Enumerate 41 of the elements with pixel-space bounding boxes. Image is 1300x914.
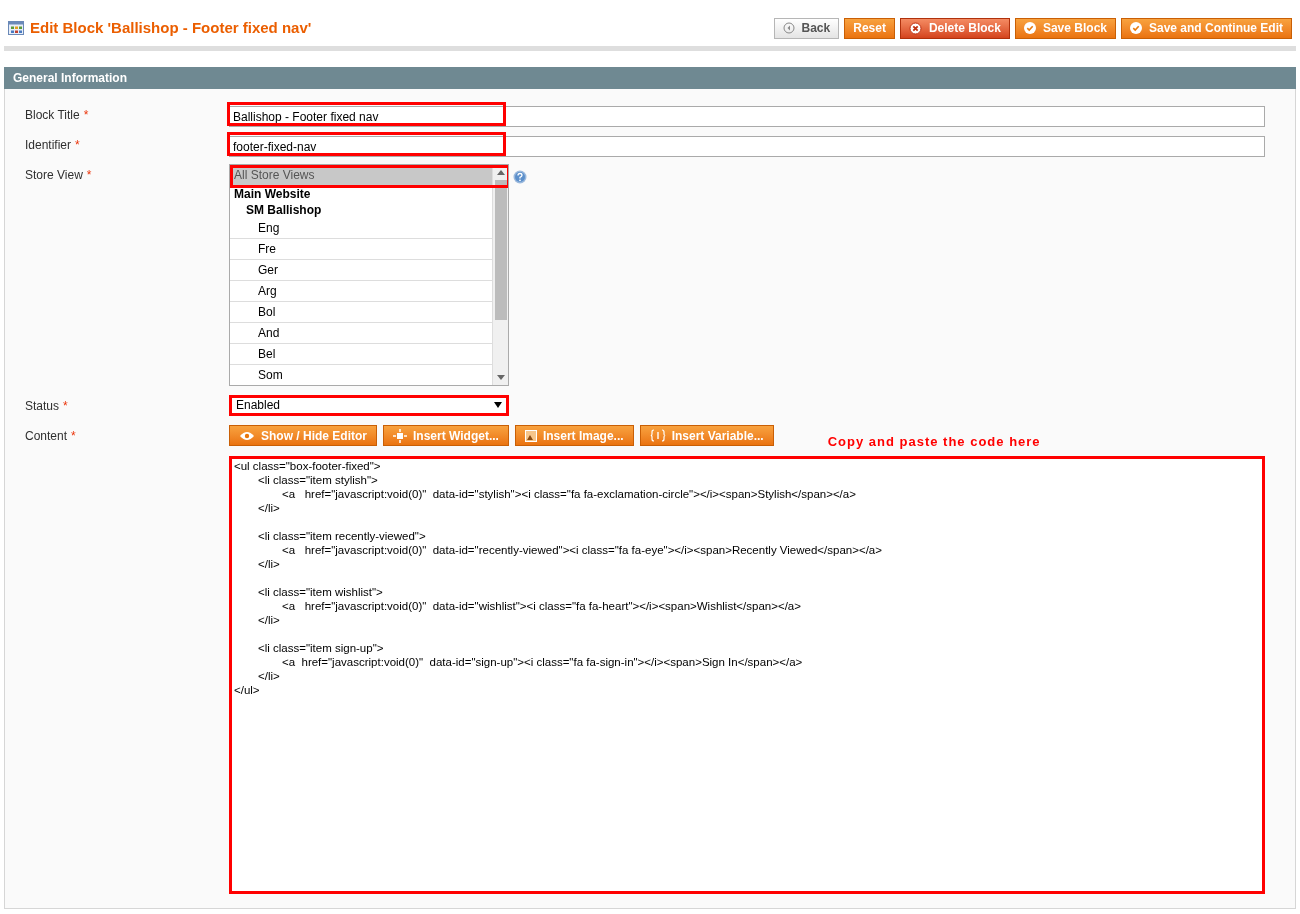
store-view-option[interactable]: Ger [230,259,492,281]
required-mark: * [63,397,68,415]
status-select[interactable]: Enabled [229,394,509,416]
dropdown-arrow-icon [494,402,502,408]
checkmark-icon [1023,22,1036,35]
checkmark-icon [1130,22,1142,35]
field-label: Identifier [25,136,72,154]
required-mark: * [86,166,92,184]
required-mark: * [71,427,76,445]
store-view-option[interactable]: Fre [230,238,492,260]
text-input-field[interactable]: Ballishop - Footer fixed nav [229,106,1265,127]
field-label: Status [25,397,60,415]
store-view-option[interactable]: SM Ballishop [230,201,492,218]
close-icon [908,21,922,35]
scroll-down-arrow-icon[interactable] [496,374,505,380]
scroll-up-arrow-icon[interactable] [496,169,505,175]
store-view-option[interactable]: Main Website [230,185,492,202]
store-view-list[interactable]: All Store Views Main Website SM Ballishop Eng Fre Ger Arg Bol And Bel Som [229,163,509,386]
grid-table-icon [8,21,24,36]
scrollbar-thumb[interactable] [494,179,507,320]
field-label: Content [25,427,68,445]
braces-icon [649,429,666,442]
content-textarea[interactable]: <ul class="box-footer-fixed"> <li class="item stylish"> <a href="javascript:void(0)" data-id="stylish"><i class="fa fa-exclamation-circle"></i><span>Stylish</span></a> </li> <li class="item recently-viewed"> <a href="javascript:void(0)" data-id="recently-viewed"><i class="fa fa-eye"></i><span>Recently Viewed</span></a> </li> <li class="item wishlist"> <a href="javascript:void(0)" data-id="wishlist"><i class="fa fa-heart"></i><span>Wishlist</span></a> </li> <li class="item sign-up"> <a href="javascript:void(0)" data-id="sign-up"><i class="fa fa-sign-in"></i><span>Sign In</span></a> </li> </ul> [229,455,1265,894]
page-title: Edit Block 'Ballishop - Footer fixed nav' [30,18,312,38]
store-view-option[interactable]: Eng [230,217,492,239]
image-icon [524,429,537,442]
text-input-field[interactable]: footer-fixed-nav [229,136,1265,157]
store-view-option[interactable]: Arg [230,280,492,302]
store-view-option[interactable]: Bel [230,343,492,365]
field-label: Store View [25,166,83,184]
required-mark: * [83,106,89,124]
store-view-option[interactable]: Bol [230,301,492,323]
eye-icon [239,430,255,441]
section-header: General Information [4,66,1296,89]
field-label: Block Title [25,106,80,124]
help-icon[interactable] [513,169,527,184]
action-button[interactable]: Back [773,17,840,39]
store-view-option[interactable]: And [230,322,492,344]
required-mark: * [75,136,80,154]
crosshair-icon [393,428,407,443]
annotation-text: Copy and paste the code here [827,432,1041,451]
